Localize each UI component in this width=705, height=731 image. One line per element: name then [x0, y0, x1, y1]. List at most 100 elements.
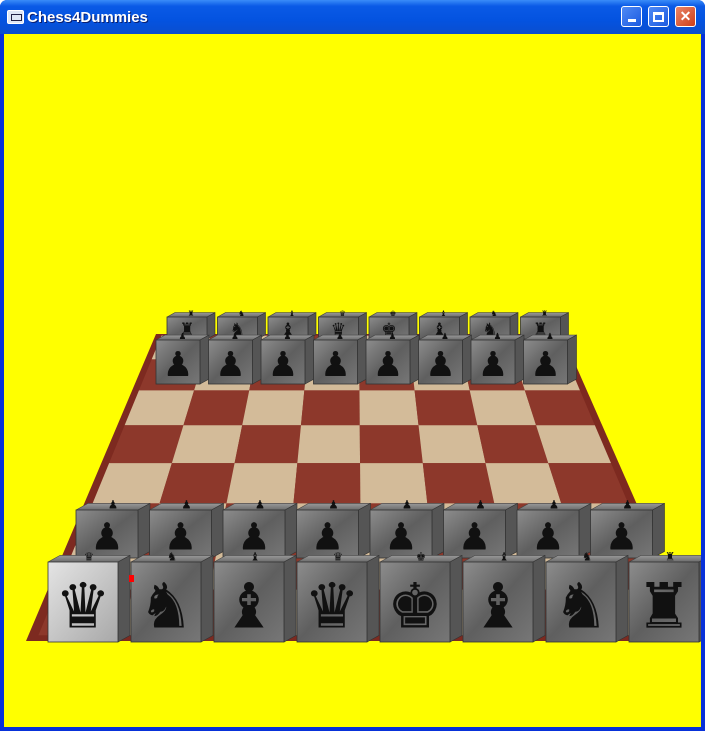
piece-top-icon: ♜ [665, 550, 675, 564]
chess-scene[interactable]: ♜♜♞♞♝♝♛♛♚♚♝♝♞♞♜♜♟♟♟♟♟♟♟♟♟♟♟♟♟♟♟♟♟♟♟♟♟♟♟♟… [4, 34, 701, 727]
minimize-button[interactable] [621, 6, 642, 27]
piece-front-icon: ♞ [553, 570, 609, 643]
piece-near-back-king-4[interactable]: ♚♚ [379, 550, 463, 643]
piece-near-pawn-6[interactable]: ♟♟ [516, 498, 592, 559]
cube-side-face [199, 334, 210, 385]
piece-top-icon: ♟ [546, 332, 554, 342]
cube-side-face [252, 334, 262, 385]
board-square[interactable] [171, 425, 243, 464]
piece-top-icon: ♚ [416, 550, 426, 564]
piece-far-pawn-4[interactable]: ♟♟ [365, 332, 420, 385]
piece-top-icon: ♟ [336, 332, 344, 342]
piece-near-back-knight-6[interactable]: ♞♞ [545, 550, 629, 643]
piece-near-back-queen-3[interactable]: ♛♛ [296, 550, 380, 643]
piece-far-pawn-6[interactable]: ♟♟ [470, 332, 525, 385]
piece-top-icon: ♝ [499, 550, 509, 564]
piece-near-back-bishop-2[interactable]: ♝♝ [213, 550, 297, 643]
piece-far-pawn-5[interactable]: ♟♟ [418, 332, 472, 385]
board-square[interactable] [300, 390, 360, 426]
piece-front-icon: ♝ [221, 570, 277, 643]
window-title: Chess4Dummies [27, 9, 148, 26]
cube-side-face [358, 502, 371, 559]
piece-near-back-knight-1[interactable]: ♞♞ [130, 550, 214, 643]
piece-top-icon: ♟ [549, 498, 559, 512]
piece-far-pawn-1[interactable]: ♟♟ [208, 332, 262, 385]
piece-top-icon: ♞ [491, 309, 498, 318]
piece-front-icon: ♟ [605, 514, 639, 558]
board-square[interactable] [477, 425, 549, 464]
selection-marker [129, 575, 134, 582]
piece-top-icon: ♚ [390, 309, 397, 318]
cube-side-face [514, 334, 525, 385]
piece-front-icon: ♟ [425, 345, 456, 385]
piece-front-icon: ♟ [320, 345, 351, 385]
board-square[interactable] [183, 390, 250, 426]
board-square[interactable] [242, 390, 305, 426]
maximize-icon [653, 11, 664, 22]
cube-side-face [200, 554, 214, 643]
piece-front-icon: ♜ [636, 570, 692, 643]
minimize-icon [627, 19, 636, 22]
close-icon: ✕ [679, 8, 692, 24]
board-square[interactable] [418, 425, 486, 464]
piece-front-icon: ♝ [470, 570, 526, 643]
game-viewport[interactable]: ♜ ♜ ♞ ♞ ♝ ♝ ♛ ♛ ♚ ♚ ♝ ♝ ♞ ♞ ♜ ♜ ♟ ♟ ♟ ♟ ♟ ♟ ♟ ♟ ♟ ♟ ♟ ♟ ♟ ♟ ♟ ♟ ♟ ♟ ♟ ♟ ♟ ♟ ♟ ♟… [4, 34, 701, 727]
cube-side-face [462, 334, 472, 385]
cube-side-face [211, 502, 224, 559]
piece-front-icon: ♟ [384, 514, 418, 558]
piece-top-icon: ♜ [541, 309, 548, 318]
piece-front-icon: ♟ [215, 345, 246, 385]
app-window-icon[interactable] [7, 10, 24, 24]
cube-side-face [567, 334, 577, 385]
piece-top-icon: ♝ [289, 309, 296, 318]
piece-top-icon: ♟ [475, 498, 485, 512]
piece-far-pawn-7[interactable]: ♟♟ [523, 332, 577, 385]
cube-side-face [304, 334, 315, 385]
board-square[interactable] [469, 390, 537, 426]
cube-side-face [283, 554, 297, 643]
cube-side-face [366, 554, 380, 643]
piece-far-pawn-0[interactable]: ♟♟ [155, 332, 210, 385]
board-square[interactable] [234, 425, 301, 464]
piece-top-icon: ♟ [441, 332, 449, 342]
piece-top-icon: ♞ [238, 309, 245, 318]
piece-front-icon: ♟ [373, 345, 404, 385]
board-square[interactable] [297, 425, 361, 464]
piece-near-pawn-4[interactable]: ♟♟ [369, 498, 445, 559]
piece-front-icon: ♟ [163, 345, 194, 385]
piece-near-back-queen-0[interactable]: ♛♛ [47, 550, 131, 643]
piece-top-icon: ♞ [582, 550, 592, 564]
piece-top-icon: ♝ [440, 309, 447, 318]
cube-side-face [409, 334, 420, 385]
piece-top-icon: ♟ [328, 498, 338, 512]
board-square[interactable] [360, 463, 428, 504]
board-square[interactable] [293, 463, 361, 504]
piece-top-icon: ♟ [494, 332, 502, 342]
board-square[interactable] [414, 390, 478, 426]
piece-far-pawn-2[interactable]: ♟♟ [260, 332, 315, 385]
cube-side-face [652, 502, 665, 559]
board-square[interactable] [359, 390, 419, 426]
cube-side-face [449, 554, 463, 643]
piece-top-icon: ♟ [181, 498, 191, 512]
piece-top-icon: ♛ [84, 550, 94, 564]
piece-front-icon: ♛ [55, 570, 111, 643]
piece-near-back-bishop-5[interactable]: ♝♝ [462, 550, 546, 643]
piece-near-pawn-1[interactable]: ♟♟ [149, 498, 224, 559]
piece-front-icon: ♟ [268, 345, 299, 385]
piece-top-icon: ♛ [333, 550, 343, 564]
cube-side-face [431, 502, 445, 559]
piece-near-back-rook-7[interactable]: ♜♜ [628, 550, 701, 643]
board-square[interactable] [359, 425, 423, 464]
title-bar[interactable]: Chess4Dummies ✕ [0, 0, 705, 34]
piece-far-pawn-3[interactable]: ♟♟ [313, 332, 367, 385]
piece-near-pawn-7[interactable]: ♟♟ [590, 498, 665, 559]
maximize-button[interactable] [648, 6, 669, 27]
cube-side-face [532, 554, 546, 643]
close-button[interactable]: ✕ [675, 6, 696, 27]
board-square[interactable] [159, 463, 235, 504]
piece-top-icon: ♜ [188, 309, 195, 318]
piece-front-icon: ♚ [387, 570, 443, 643]
cube-side-face [137, 502, 151, 559]
piece-front-icon: ♟ [90, 514, 124, 558]
